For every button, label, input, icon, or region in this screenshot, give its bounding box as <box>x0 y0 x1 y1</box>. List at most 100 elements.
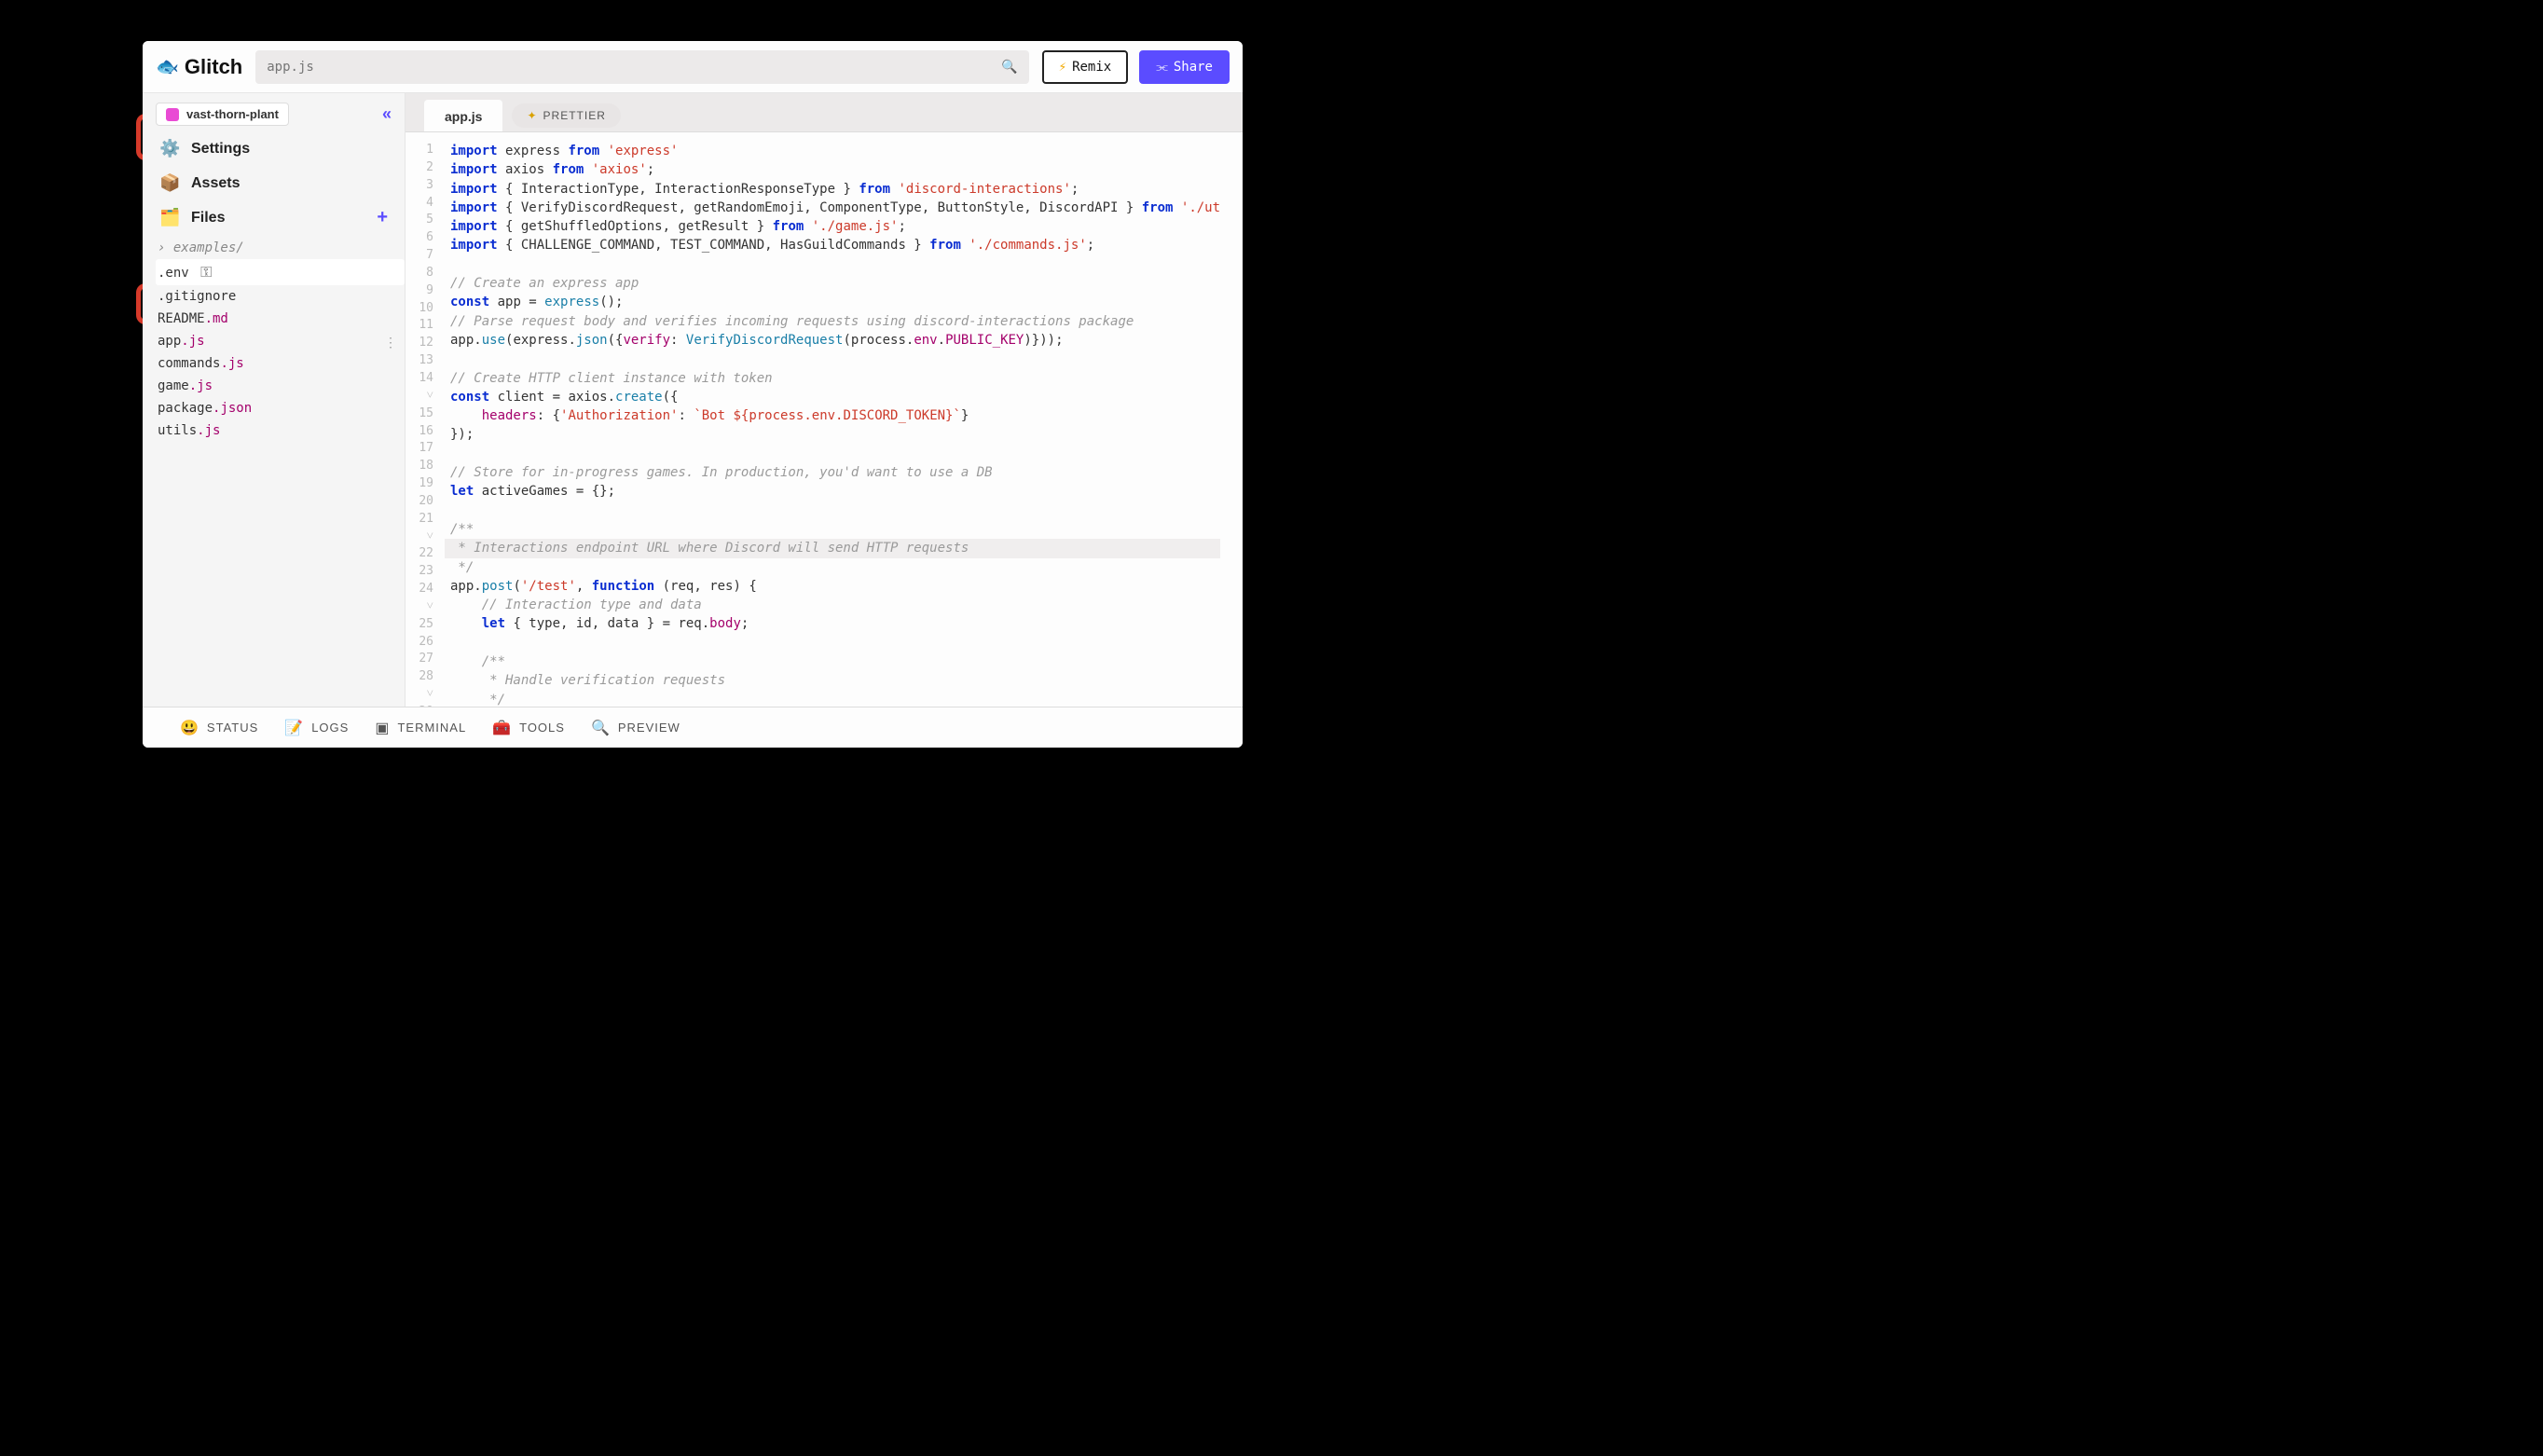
code-line[interactable] <box>450 501 1220 520</box>
code-editor[interactable]: 1234567891011121314 ˅15161718192021 ˅222… <box>406 132 1243 707</box>
file-item[interactable]: .gitignore <box>156 285 405 308</box>
logo-text: Glitch <box>185 55 242 79</box>
file-ext: .js <box>189 378 213 393</box>
code-line[interactable] <box>450 634 1220 652</box>
line-number: 4 <box>406 195 437 213</box>
code-line[interactable]: // Parse request body and verifies incom… <box>450 312 1220 331</box>
line-number: 25 <box>406 616 437 634</box>
code-line[interactable]: import express from 'express' <box>450 142 1220 160</box>
code-line[interactable]: import { VerifyDiscordRequest, getRandom… <box>450 199 1220 217</box>
file-item[interactable]: game.js <box>156 375 405 397</box>
tools-icon: 🧰 <box>492 719 512 737</box>
search-input[interactable] <box>267 60 1001 75</box>
code-line[interactable]: let activeGames = {}; <box>450 482 1220 501</box>
share-icon: ⫘ <box>1156 60 1168 75</box>
tab-label: app.js <box>445 109 482 124</box>
sidebar-item-settings[interactable]: ⚙️ Settings <box>143 131 405 166</box>
code-line[interactable] <box>450 445 1220 463</box>
file-name: .env <box>158 266 189 281</box>
line-number: 27 <box>406 651 437 668</box>
code-line[interactable]: /** <box>450 652 1220 671</box>
collapse-icon[interactable]: « <box>382 104 392 124</box>
line-number: 26 <box>406 634 437 652</box>
code-line[interactable]: const client = axios.create({ <box>450 388 1220 406</box>
code-line[interactable] <box>450 350 1220 368</box>
status-icon: 😃 <box>180 719 199 737</box>
code-line[interactable]: import { getShuffledOptions, getResult }… <box>450 217 1220 236</box>
line-number: 9 <box>406 282 437 300</box>
search-icon: 🔍 <box>1001 60 1017 75</box>
line-number: 7 <box>406 247 437 265</box>
line-number: 23 <box>406 563 437 581</box>
sidebar: vast-thorn-plant « ⚙️ Settings 📦 Assets … <box>143 93 406 707</box>
add-file-icon[interactable]: + <box>377 207 388 228</box>
sparkle-icon: ✦ <box>527 109 537 122</box>
code-line[interactable]: let { type, id, data } = req.body; <box>450 614 1220 633</box>
file-ext: .md <box>205 311 228 326</box>
file-item[interactable]: app.js⋮ <box>156 330 405 352</box>
footer-preview[interactable]: 🔍 PREVIEW <box>591 719 680 737</box>
files-icon: 🗂️ <box>159 208 180 227</box>
footer-terminal[interactable]: ▣ TERMINAL <box>375 719 466 737</box>
code-line[interactable]: const app = express(); <box>450 293 1220 311</box>
code-line[interactable]: * Interactions endpoint URL where Discor… <box>445 539 1220 557</box>
file-item[interactable]: commands.js <box>156 352 405 375</box>
sidebar-item-assets[interactable]: 📦 Assets <box>143 166 405 200</box>
code-line[interactable]: // Interaction type and data <box>450 596 1220 614</box>
line-number: 18 <box>406 458 437 475</box>
file-list: › examples/ .env ⚿.gitignoreREADME.mdapp… <box>143 235 405 442</box>
file-item[interactable]: .env ⚿ <box>156 259 405 285</box>
file-item[interactable]: package.json <box>156 397 405 419</box>
footer-logs[interactable]: 📝 LOGS <box>284 719 349 737</box>
file-name: commands <box>158 356 220 371</box>
code-line[interactable]: import axios from 'axios'; <box>450 160 1220 179</box>
line-number: 14 ˅ <box>406 370 437 405</box>
line-number: 13 <box>406 352 437 370</box>
remix-button[interactable]: ⚡ Remix <box>1042 50 1129 84</box>
terminal-icon: ▣ <box>375 719 390 737</box>
tab-row: app.js ✦ PRETTIER <box>406 93 1243 132</box>
code-line[interactable]: app.post('/test', function (req, res) { <box>450 577 1220 596</box>
logo[interactable]: 🐟 Glitch <box>156 55 242 79</box>
share-button[interactable]: ⫘ Share <box>1139 50 1230 84</box>
code-line[interactable]: import { InteractionType, InteractionRes… <box>450 180 1220 199</box>
sidebar-item-files[interactable]: 🗂️ Files <box>143 200 225 235</box>
code-line[interactable]: /** <box>450 520 1220 539</box>
code-body[interactable]: import express from 'express'import axio… <box>445 132 1220 707</box>
search-bar[interactable]: 🔍 <box>255 50 1028 84</box>
app-window: 🐟 Glitch 🔍 ⚡ Remix ⫘ Share vast-thor <box>143 41 1243 748</box>
code-line[interactable]: * Handle verification requests <box>450 671 1220 690</box>
code-line[interactable]: headers: {'Authorization': `Bot ${proces… <box>450 406 1220 425</box>
lightning-icon: ⚡ <box>1059 60 1066 75</box>
more-icon[interactable]: ⋮ <box>384 336 397 350</box>
file-ext: .json <box>213 401 252 416</box>
code-line[interactable]: */ <box>450 558 1220 577</box>
project-icon <box>166 108 179 121</box>
line-number: 21 ˅ <box>406 511 437 546</box>
code-line[interactable]: // Store for in-progress games. In produ… <box>450 463 1220 482</box>
line-number: 6 <box>406 229 437 247</box>
code-line[interactable]: import { CHALLENGE_COMMAND, TEST_COMMAND… <box>450 236 1220 254</box>
code-line[interactable]: */ <box>450 691 1220 707</box>
file-name: .gitignore <box>158 289 236 304</box>
body-row: vast-thorn-plant « ⚙️ Settings 📦 Assets … <box>143 93 1243 707</box>
code-line[interactable]: // Create HTTP client instance with toke… <box>450 369 1220 388</box>
line-number: 5 <box>406 212 437 229</box>
footer-status[interactable]: 😃 STATUS <box>180 719 258 737</box>
prettier-button[interactable]: ✦ PRETTIER <box>512 103 620 128</box>
file-name: README <box>158 311 205 326</box>
code-line[interactable]: app.use(express.json({verify: VerifyDisc… <box>450 331 1220 350</box>
code-line[interactable]: // Create an express app <box>450 274 1220 293</box>
tab-app-js[interactable]: app.js <box>424 100 502 131</box>
code-line[interactable] <box>450 255 1220 274</box>
line-number: 3 <box>406 177 437 195</box>
code-line[interactable]: }); <box>450 425 1220 444</box>
footer-tools[interactable]: 🧰 TOOLS <box>492 719 565 737</box>
file-item[interactable]: utils.js <box>156 419 405 442</box>
file-item[interactable]: README.md <box>156 308 405 330</box>
settings-label: Settings <box>191 141 250 158</box>
line-number: 17 <box>406 440 437 458</box>
folder-examples[interactable]: › examples/ <box>156 237 405 259</box>
project-name-pill[interactable]: vast-thorn-plant <box>156 103 289 126</box>
tools-label: TOOLS <box>519 721 565 735</box>
